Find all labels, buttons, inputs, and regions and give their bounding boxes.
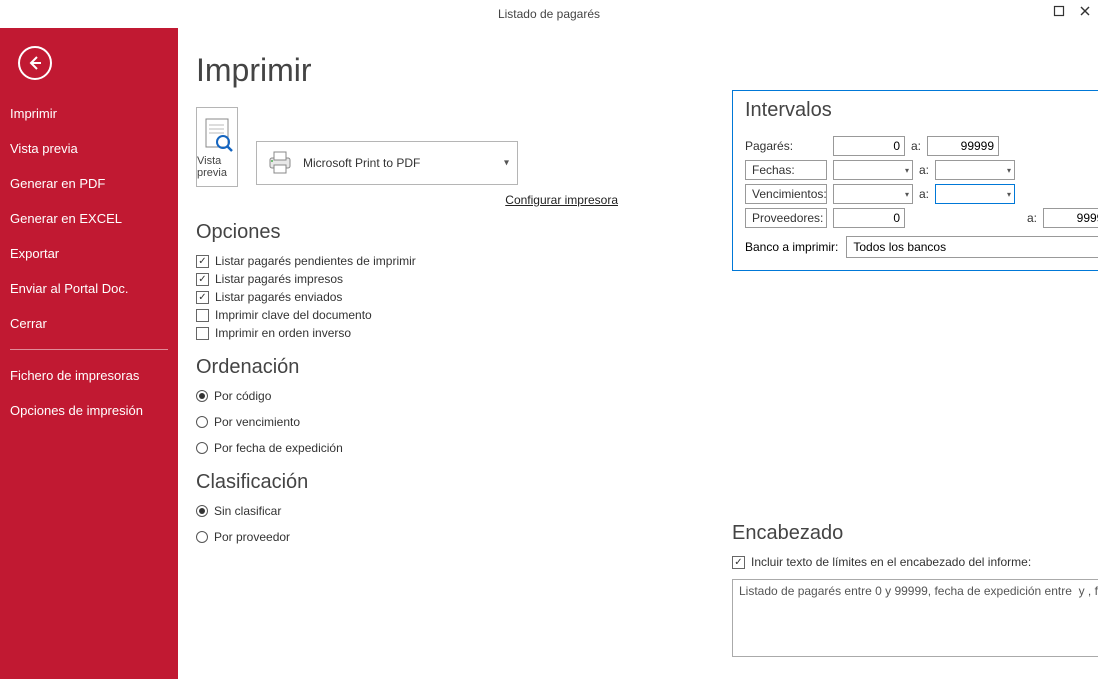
venc-a-label: a: [919,187,929,201]
proveedores-button[interactable]: Proveedores: [745,208,827,228]
rad-por-proveedor[interactable] [196,531,208,543]
printer-icon [265,150,295,176]
vencimientos-button[interactable]: Vencimientos: [745,184,827,204]
nav-enviar-portal[interactable]: Enviar al Portal Doc. [0,271,178,306]
nav-cerrar[interactable]: Cerrar [0,306,178,341]
rad-codigo-label: Por código [214,389,271,403]
fechas-to-date[interactable]: ▾ [935,160,1015,180]
nav-divider [10,349,168,350]
section-encabezado: Encabezado [732,522,1098,545]
chk-impresos-label: Listar pagarés impresos [215,272,343,286]
sidebar: Imprimir Vista previa Generar en PDF Gen… [0,28,178,679]
fechas-from-date[interactable]: ▾ [833,160,913,180]
encabezado-section: Encabezado Incluir texto de límites en e… [732,508,1098,662]
prov-from-input[interactable] [833,208,905,228]
rad-por-proveedor-label: Por proveedor [214,530,290,544]
nav-fichero-impresoras[interactable]: Fichero de impresoras [0,358,178,393]
chk-incluir-texto-label: Incluir texto de límites en el encabezad… [751,555,1031,569]
chk-incluir-texto[interactable] [732,556,745,569]
encabezado-textarea[interactable] [732,579,1098,657]
window-title: Listado de pagarés [498,7,600,21]
page-title: Imprimir [196,52,556,89]
section-ordenacion: Ordenación [196,356,556,379]
printer-name: Microsoft Print to PDF [303,156,420,170]
configurar-impresora-link[interactable]: Configurar impresora [256,193,618,207]
rad-codigo[interactable] [196,390,208,402]
rad-fecha-exp[interactable] [196,442,208,454]
fechas-button[interactable]: Fechas: [745,160,827,180]
nav-generar-pdf[interactable]: Generar en PDF [0,166,178,201]
rad-sin-clasificar-label: Sin clasificar [214,504,281,518]
prov-to-input[interactable] [1043,208,1098,228]
intervalos-group: Intervalos Pagarés: a: Fechas: ▾ a: ▾ Ve… [732,90,1098,271]
chevron-down-icon: ▾ [1007,190,1011,199]
rad-fecha-exp-label: Por fecha de expedición [214,441,343,455]
vista-previa-button[interactable]: Vista previa [196,107,238,187]
chk-inverso-label: Imprimir en orden inverso [215,326,351,340]
pagares-from-input[interactable] [833,136,905,156]
nav-vista-previa[interactable]: Vista previa [0,131,178,166]
chk-pendientes-label: Listar pagarés pendientes de imprimir [215,254,416,268]
chk-clave-label: Imprimir clave del documento [215,308,372,322]
main-panel: Imprimir Vista previa [178,28,1098,679]
pagares-a-label: a: [911,139,921,153]
section-clasificacion: Clasificación [196,471,556,494]
close-button[interactable] [1078,4,1092,18]
chk-clave[interactable] [196,309,209,322]
banco-value: Todos los bancos [853,240,946,254]
printer-select[interactable]: Microsoft Print to PDF ▾ [256,141,518,185]
section-opciones: Opciones [196,221,556,244]
chevron-down-icon: ▾ [1007,166,1011,175]
nav-opciones-impresion[interactable]: Opciones de impresión [0,393,178,428]
chk-enviados[interactable] [196,291,209,304]
nav-exportar[interactable]: Exportar [0,236,178,271]
chk-enviados-label: Listar pagarés enviados [215,290,342,304]
chk-pendientes[interactable] [196,255,209,268]
rad-vencimiento-label: Por vencimiento [214,415,300,429]
prov-a-label: a: [1027,211,1037,225]
chk-inverso[interactable] [196,327,209,340]
fechas-a-label: a: [919,163,929,177]
chevron-down-icon: ▾ [504,158,509,169]
back-button[interactable] [18,46,52,80]
rad-sin-clasificar[interactable] [196,505,208,517]
chevron-down-icon: ▾ [905,166,909,175]
pagares-to-input[interactable] [927,136,999,156]
pagares-label: Pagarés: [745,139,827,153]
nav-generar-excel[interactable]: Generar en EXCEL [0,201,178,236]
banco-select[interactable]: Todos los bancos ▾ [846,236,1098,258]
maximize-button[interactable] [1052,4,1066,18]
section-intervalos: Intervalos [745,99,1098,122]
title-bar: Listado de pagarés [0,0,1098,28]
venc-to-date[interactable]: ▾ [935,184,1015,204]
chevron-down-icon: ▾ [905,190,909,199]
banco-label: Banco a imprimir: [745,240,838,254]
rad-vencimiento[interactable] [196,416,208,428]
chk-impresos[interactable] [196,273,209,286]
document-preview-icon [197,115,237,155]
vista-previa-label: Vista previa [197,155,237,179]
venc-from-date[interactable]: ▾ [833,184,913,204]
nav-imprimir[interactable]: Imprimir [0,96,178,131]
